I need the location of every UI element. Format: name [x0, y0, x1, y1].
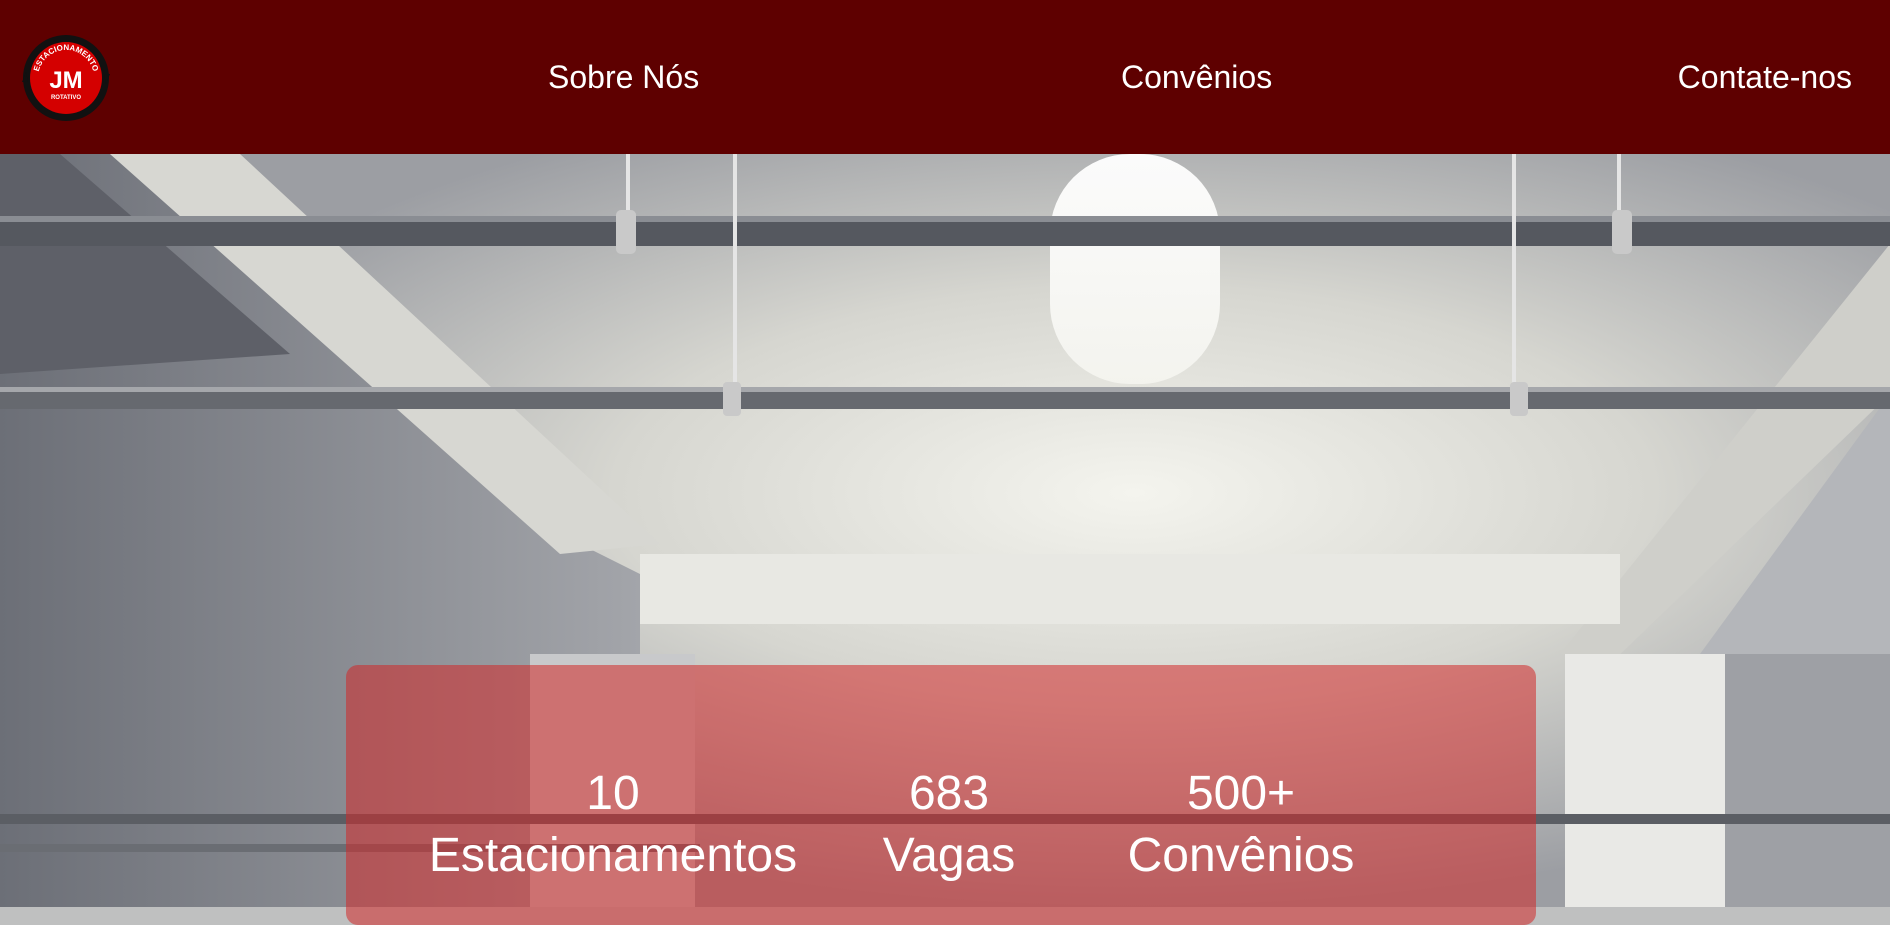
nav-link-sobre-nos[interactable]: Sobre Nós: [548, 58, 699, 96]
logo-initials: JM: [49, 67, 82, 94]
logo-subtitle: ROTATIVO: [51, 95, 81, 101]
logo[interactable]: ESTACIONAMENTO JM ROTATIVO: [20, 32, 112, 124]
stats-panel: 10 Estacionamentos 683 Vagas 500+ Convên…: [346, 665, 1536, 925]
stat-convenios: 500+ Convênios: [1081, 763, 1401, 887]
stat-vagas: 683 Vagas: [789, 763, 1109, 887]
stat-value: 683: [908, 767, 990, 820]
top-navbar: ESTACIONAMENTO JM ROTATIVO Sobre Nós Con…: [0, 0, 1890, 154]
stat-label: Convênios: [1127, 829, 1355, 882]
stat-value: 500+: [1186, 767, 1296, 820]
stat-label: Vagas: [882, 829, 1016, 882]
nav-link-contate-nos[interactable]: Contate-nos: [1678, 58, 1852, 96]
nav-link-convenios[interactable]: Convênios: [1121, 58, 1272, 96]
